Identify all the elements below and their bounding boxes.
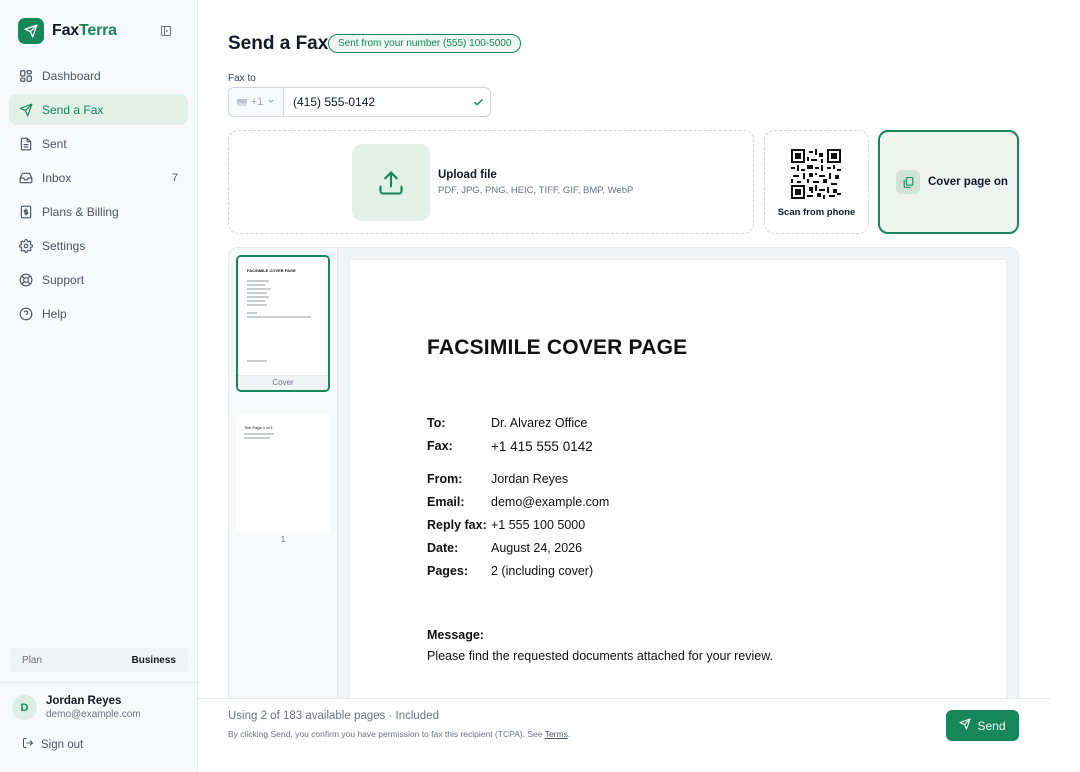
sidebar-item-label: Settings [42, 238, 86, 253]
sender-number-badge: Sent from your number (555) 100-5000 [328, 34, 522, 53]
send-button[interactable]: Send [946, 710, 1019, 741]
cover-message-label: Message: [427, 628, 484, 642]
send-footer: Using 2 of 183 available pages · Include… [198, 698, 1050, 772]
sidebar-item-label: Help [42, 306, 67, 321]
cover-page-toggle[interactable]: Cover page on [878, 130, 1019, 234]
sign-out-button[interactable]: Sign out [22, 737, 83, 752]
sign-out-label: Sign out [41, 738, 84, 751]
plan-indicator: Plan Business [10, 648, 188, 672]
sidebar-item-send-a-fax[interactable]: Send a Fax [9, 94, 188, 125]
upload-dropzone[interactable]: Upload file PDF, JPG, PNG, HEIC, TIFF, G… [228, 130, 754, 234]
thumbnail-heading: Test Page 1 of 1 [244, 425, 273, 430]
brand-name: FaxTerra [52, 22, 117, 39]
sidebar-item-label: Dashboard [42, 68, 101, 83]
cover-page-label: Cover page on [928, 176, 1008, 188]
send-icon [959, 718, 972, 733]
cover-row-reply-fax: Reply fax: +1 555 100 5000 [427, 518, 586, 532]
terms-link[interactable]: Terms [545, 729, 568, 739]
country-code-select[interactable]: +1 [229, 88, 284, 116]
tcpa-consent-text: By clicking Send, you confirm you have p… [228, 729, 571, 739]
check-icon [466, 88, 490, 116]
sidebar-item-dashboard[interactable]: Dashboard [9, 60, 188, 91]
cover-row-to: To: Dr. Alvarez Office [427, 416, 588, 430]
sidebar-item-support[interactable]: Support [9, 264, 188, 295]
plan-label: Plan [22, 654, 43, 666]
grid-icon [19, 69, 33, 83]
billing-icon [19, 205, 33, 219]
cover-page-title: FACSIMILE COVER PAGE [427, 336, 688, 359]
lifebuoy-icon [19, 273, 33, 287]
thumbnail-heading: FACSIMILE COVER PAGE [247, 268, 296, 273]
upload-title: Upload file [438, 169, 497, 181]
send-icon [19, 103, 33, 117]
brand[interactable]: FaxTerra [18, 18, 117, 44]
send-button-label: Send [977, 718, 1006, 733]
sidebar-item-settings[interactable]: Settings [9, 230, 188, 261]
cover-row-fax: Fax: +1 415 555 0142 [427, 439, 593, 454]
gear-icon [19, 238, 33, 253]
cover-row-from: From: Jordan Reyes [427, 472, 569, 486]
cover-page-preview: FACSIMILE COVER PAGE To: Dr. Alvarez Offi… [350, 260, 1006, 706]
country-code-value: +1 [250, 96, 264, 108]
inbox-count-badge: 7 [171, 171, 178, 184]
sidebar-nav: Dashboard Send a Fax Sent Inbox 7 Plans … [9, 60, 188, 332]
plan-value: Business [131, 654, 176, 666]
avatar: D [12, 695, 37, 720]
thumbnail-page: FACSIMILE COVER PAGE [238, 257, 328, 375]
sidebar-divider [0, 682, 197, 683]
cover-row-email: Email: demo@example.com [427, 495, 610, 509]
sidebar-collapse-icon[interactable] [160, 24, 174, 38]
sidebar-item-help[interactable]: Help [9, 298, 188, 329]
sign-out-icon [22, 737, 34, 752]
thumbnail-caption: Cover [238, 375, 328, 390]
thumbnail-cover[interactable]: FACSIMILE COVER PAGE Cover [236, 255, 330, 392]
user-name: Jordan Reyes [46, 695, 122, 707]
page-title: Send a Fax [228, 33, 329, 54]
user-email: demo@example.com [46, 709, 141, 720]
sidebar-item-plans-billing[interactable]: Plans & Billing [9, 196, 188, 227]
thumbnail-page: Test Page 1 of 1 [236, 414, 330, 533]
faxterra-logo-icon [18, 18, 44, 44]
thumbnail-caption: 1 [236, 533, 330, 548]
sidebar-item-label: Inbox [42, 170, 72, 185]
sidebar-item-inbox[interactable]: Inbox 7 [9, 162, 188, 193]
sidebar-item-label: Support [42, 272, 85, 287]
document-preview-panel: FACSIMILE COVER PAGE Cover Test Page 1 o… [228, 247, 1019, 707]
sidebar-item-label: Send a Fax [42, 102, 104, 117]
qr-code-icon [791, 149, 841, 199]
chevron-down-icon [267, 96, 275, 108]
help-icon [19, 307, 33, 321]
upload-icon [352, 144, 430, 221]
scan-from-phone-label: Scan from phone [777, 207, 856, 218]
fax-number-input[interactable] [284, 88, 466, 116]
user-profile[interactable]: D Jordan Reyes demo@example.com [12, 695, 141, 720]
us-flag-icon [236, 98, 247, 106]
scan-from-phone-button[interactable]: Scan from phone [764, 130, 869, 234]
sidebar-item-sent[interactable]: Sent [9, 128, 188, 159]
cover-page-icon [896, 170, 920, 194]
sidebar: FaxTerra Dashboard Send a Fax Sent Inbox… [0, 0, 198, 772]
cover-row-pages: Pages: 2 (including cover) [427, 564, 594, 578]
sidebar-item-label: Sent [42, 136, 67, 151]
fax-to-label: Fax to [228, 73, 256, 84]
inbox-icon [19, 171, 33, 185]
cover-message: Please find the requested documents atta… [427, 649, 774, 663]
page-thumbnails: FACSIMILE COVER PAGE Cover Test Page 1 o… [229, 248, 338, 706]
upload-file-types: PDF, JPG, PNG, HEIC, TIFF, GIF, BMP, Web… [438, 185, 634, 196]
fax-to-field: +1 [228, 87, 491, 117]
page-usage-text: Using 2 of 183 available pages · Include… [228, 710, 439, 722]
cover-row-date: Date: August 24, 2026 [427, 541, 583, 555]
thumbnail-page-1[interactable]: Test Page 1 of 1 1 [236, 414, 330, 548]
document-icon [19, 137, 33, 151]
sidebar-item-label: Plans & Billing [42, 204, 119, 219]
